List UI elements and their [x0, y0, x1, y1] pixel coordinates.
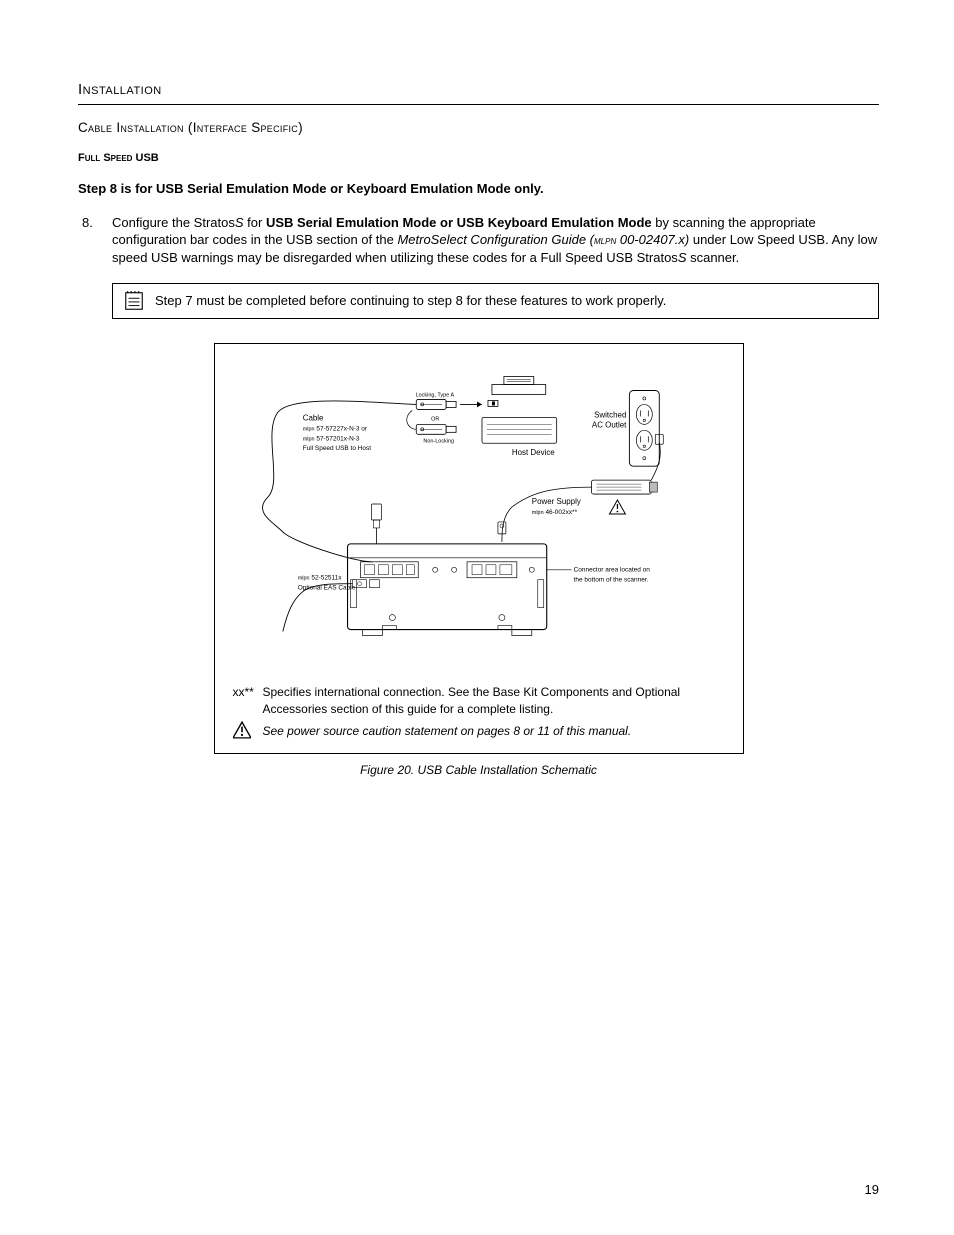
label-connector-2: the bottom of the scanner. [573, 577, 648, 584]
label-switched: Switched [594, 410, 626, 419]
note-icon [123, 290, 145, 312]
figure-box: Host Device Locking, Type A OR Non-Locki… [214, 343, 744, 754]
label-cable-1: mlpn 57-57227x-N-3 or [302, 425, 367, 432]
step-list: 8. Configure the StratosS for USB Serial… [78, 214, 879, 267]
label-locking: Locking, Type A [415, 392, 454, 398]
step-8: 8. Configure the StratosS for USB Serial… [112, 214, 879, 267]
label-power-supply: Power Supply [531, 497, 580, 506]
xx-marker: xx** [233, 684, 254, 700]
figure-footer: xx** Specifies international connection.… [233, 684, 725, 739]
figure-footer-row1: xx** Specifies international connection.… [263, 684, 725, 716]
label-connector-1: Connector area located on [573, 567, 650, 574]
mini-header: Full Speed USB [78, 151, 879, 166]
label-or: OR [431, 416, 439, 422]
label-ps-mlpn: mlpn 46-002xx** [531, 509, 577, 516]
step-text: Configure the StratosS for USB Serial Em… [112, 215, 877, 265]
label-ac-outlet: AC Outlet [591, 420, 626, 429]
note-box: Step 7 must be completed before continui… [112, 283, 879, 319]
schematic-diagram: Host Device Locking, Type A OR Non-Locki… [233, 362, 725, 662]
step-note: Step 8 is for USB Serial Emulation Mode … [78, 180, 879, 198]
label-host-device: Host Device [511, 448, 554, 457]
label-nonlocking: Non-Locking [423, 438, 454, 444]
figure-wrap: Host Device Locking, Type A OR Non-Locki… [78, 343, 879, 754]
page-number: 19 [865, 1181, 879, 1199]
figure-footer-row2: See power source caution statement on pa… [263, 723, 725, 739]
label-cable-title: Cable [302, 413, 323, 422]
subsection-title: Cable Installation (Interface Specific) [78, 119, 879, 137]
note-text: Step 7 must be completed before continui… [155, 292, 666, 310]
label-eas-mlpn: mlpn 52-52511x [297, 575, 342, 582]
label-cable-3: Full Speed USB to Host [302, 445, 371, 452]
caution-icon [233, 721, 251, 739]
step-number: 8. [82, 214, 93, 232]
figure-caption: Figure 20. USB Cable Installation Schema… [78, 762, 879, 778]
scanner-body [347, 544, 546, 636]
caution-icon [609, 500, 625, 514]
section-title: Installation [78, 80, 879, 105]
label-eas-cable: Optional EAS Cable [297, 584, 355, 591]
label-cable-2: mlpn 57-57201x-N-3 [302, 435, 359, 442]
